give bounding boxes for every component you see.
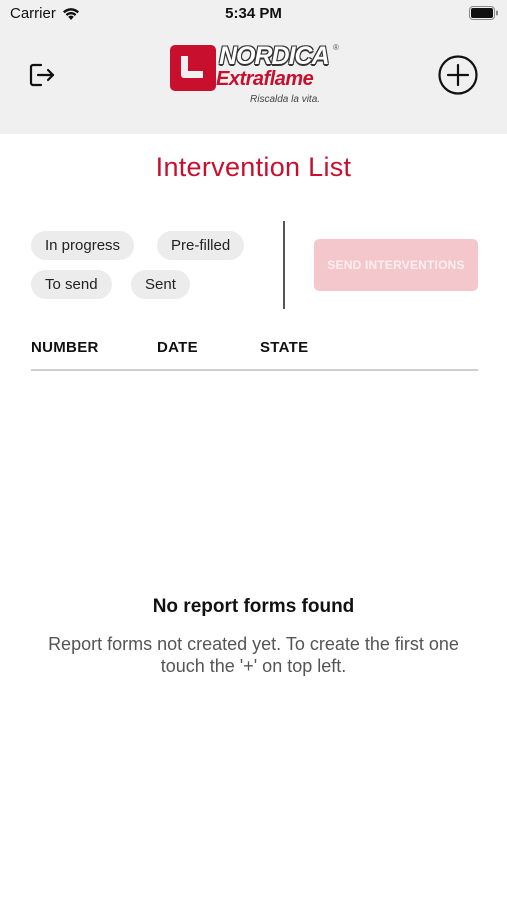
battery-icon (469, 6, 498, 20)
empty-state-message: Report forms not created yet. To create … (48, 634, 459, 676)
logout-icon (29, 63, 55, 87)
status-time: 5:34 PM (225, 5, 282, 22)
column-header-date: DATE (157, 339, 198, 356)
column-header-state: STATE (260, 339, 309, 356)
filter-divider (283, 221, 285, 309)
logo-brand-text: NORDICA (219, 42, 330, 70)
logo-tagline: Riscalda la vita. (250, 94, 321, 105)
column-header-number: NUMBER (31, 339, 99, 356)
filter-chip-in-progress[interactable]: In progress (31, 231, 135, 260)
logo-registered-mark: ® (333, 43, 339, 52)
brand-logo: NORDICA ® Extraflame Riscalda la vita. (170, 43, 342, 109)
logout-button[interactable] (27, 60, 57, 90)
add-button[interactable] (437, 54, 479, 96)
send-interventions-button[interactable]: SEND INTERVENTIONS (314, 239, 478, 291)
table-header-divider (31, 369, 478, 371)
page-title: Intervention List (155, 152, 352, 182)
filter-chip-sent[interactable]: Sent (131, 270, 190, 299)
empty-state-title: No report forms found (152, 596, 355, 617)
filter-chip-to-send[interactable]: To send (31, 270, 112, 299)
plus-circle-icon (438, 55, 478, 95)
status-bar: Carrier 5:34 PM (0, 0, 507, 28)
filter-chip-pre-filled[interactable]: Pre-filled (157, 231, 245, 260)
logo-sub-text: Extraflame (216, 68, 314, 90)
logo-mark (170, 45, 216, 91)
header-area: Carrier 5:34 PM NORDICA ® Extraflame Ris… (0, 0, 507, 134)
